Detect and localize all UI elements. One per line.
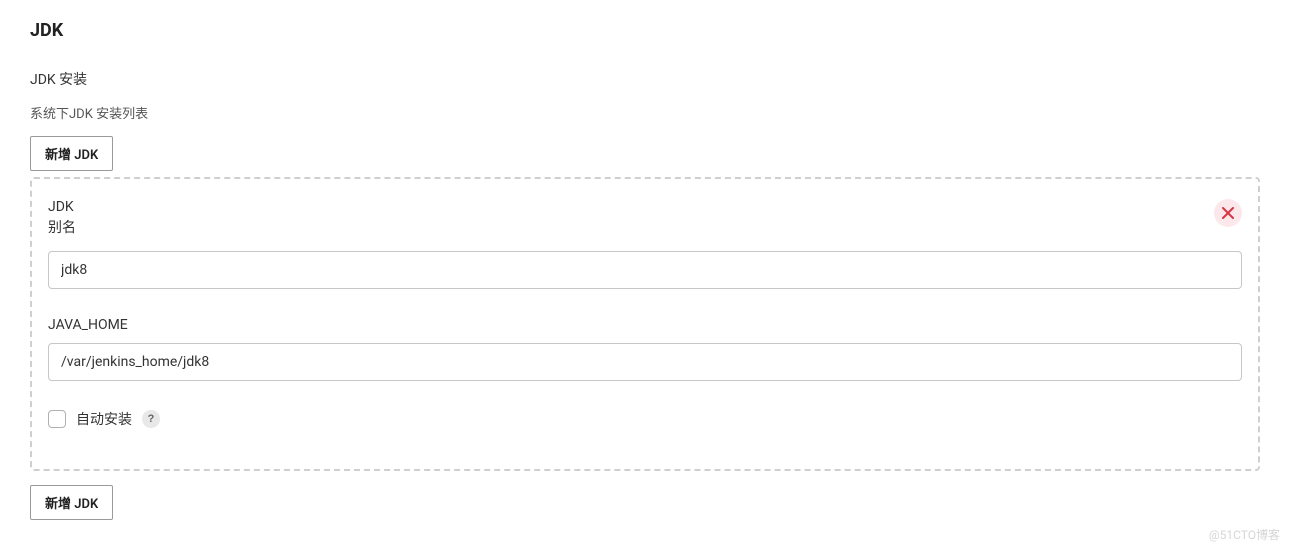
add-jdk-button-bottom[interactable]: 新增 JDK bbox=[30, 485, 113, 520]
auto-install-row: 自动安装 ? bbox=[48, 409, 1242, 429]
alias-form-group bbox=[48, 251, 1242, 289]
panel-header: JDK 别名 bbox=[48, 199, 1242, 237]
watermark: @51CTO博客 bbox=[1209, 526, 1280, 543]
java-home-label: JAVA_HOME bbox=[48, 317, 1242, 333]
panel-heading-jdk: JDK bbox=[48, 199, 76, 215]
close-icon bbox=[1222, 207, 1234, 219]
java-home-form-group: JAVA_HOME bbox=[48, 317, 1242, 381]
list-description: 系统下JDK 安装列表 bbox=[30, 103, 1260, 122]
java-home-input[interactable] bbox=[48, 343, 1242, 381]
add-jdk-button-top[interactable]: 新增 JDK bbox=[30, 136, 113, 171]
delete-jdk-button[interactable] bbox=[1214, 199, 1242, 227]
section-title: JDK bbox=[30, 20, 1260, 41]
alias-input[interactable] bbox=[48, 251, 1242, 289]
panel-heading-alias: 别名 bbox=[48, 217, 76, 237]
install-label: JDK 安装 bbox=[30, 69, 1260, 89]
panel-heading-group: JDK 别名 bbox=[48, 199, 76, 237]
auto-install-label: 自动安装 bbox=[76, 409, 132, 429]
auto-install-checkbox[interactable] bbox=[48, 410, 66, 428]
jdk-config-panel: JDK 别名 JAVA_HOME 自动安装 ? bbox=[30, 177, 1260, 471]
help-icon[interactable]: ? bbox=[142, 410, 160, 428]
